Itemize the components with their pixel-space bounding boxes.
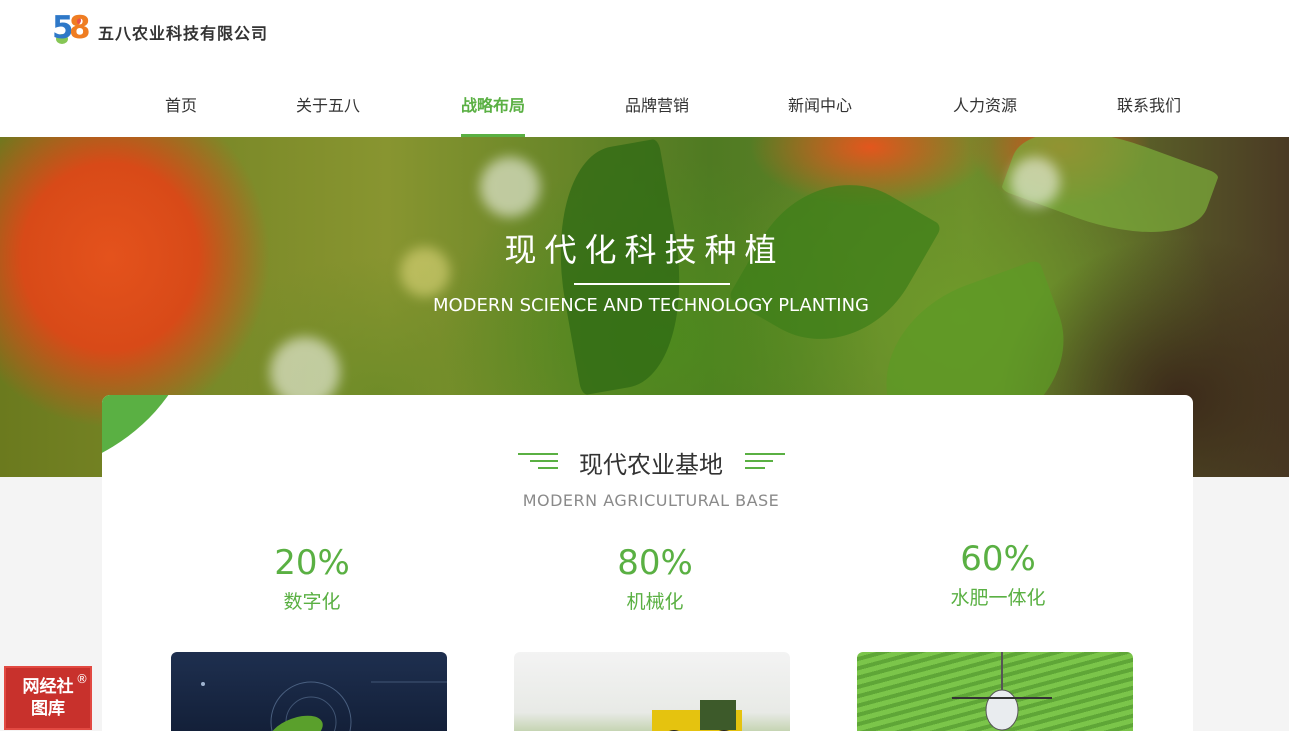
bokeh-light xyxy=(480,157,540,217)
nav-item-home[interactable]: 首页 xyxy=(165,92,197,116)
site-header: 58 五八农业科技有限公司 首页 关于五八 战略布局 品牌营销 新闻中心 人力资… xyxy=(0,0,1289,137)
watermark-stamp: ® 网经社 图库 xyxy=(4,666,92,730)
watermark-line2: 图库 xyxy=(31,699,65,719)
nav-item-brand[interactable]: 品牌营销 xyxy=(625,92,689,116)
nav-item-contact[interactable]: 联系我们 xyxy=(1117,92,1181,116)
stat-value: 20% xyxy=(274,543,350,583)
hero-subtitle: MODERN SCIENCE AND TECHNOLOGY PLANTING xyxy=(432,295,869,316)
nav-item-hr[interactable]: 人力资源 xyxy=(953,92,1017,116)
digital-farming-image[interactable] xyxy=(171,652,447,731)
stat-mechanization: 80% 机械化 xyxy=(545,543,765,614)
stat-value: 80% xyxy=(617,543,693,583)
stat-value: 60% xyxy=(960,539,1036,579)
tractor-icon xyxy=(652,700,742,731)
page-root: 58 五八农业科技有限公司 首页 关于五八 战略布局 品牌营销 新闻中心 人力资… xyxy=(0,0,1289,731)
main-nav: 首页 关于五八 战略布局 品牌营销 新闻中心 人力资源 联系我们 xyxy=(0,78,1289,137)
hero-title: 现代化科技种植 xyxy=(504,231,785,269)
tractor-image[interactable] xyxy=(514,652,790,731)
helicopter-icon xyxy=(952,652,1052,731)
hero-divider xyxy=(574,283,730,285)
logo-58-icon: 58 xyxy=(52,10,91,46)
nav-item-news[interactable]: 新闻中心 xyxy=(788,92,852,116)
nav-item-strategy[interactable]: 战略布局 xyxy=(461,92,525,116)
stat-label: 机械化 xyxy=(626,591,684,613)
registered-mark: ® xyxy=(76,672,88,686)
tech-circuit-icon xyxy=(201,681,447,731)
title-right-lines-icon xyxy=(745,453,787,473)
company-name: 五八农业科技有限公司 xyxy=(98,24,269,43)
stat-water-fertilizer: 60% 水肥一体化 xyxy=(888,539,1108,610)
crop-spraying-image[interactable] xyxy=(857,652,1133,731)
section-title: 现代农业基地 xyxy=(579,451,723,479)
nav-item-about[interactable]: 关于五八 xyxy=(296,92,360,116)
stat-label: 数字化 xyxy=(283,591,341,613)
company-logo[interactable]: 58 五八农业科技有限公司 xyxy=(52,10,269,50)
bokeh-light xyxy=(1010,157,1060,207)
section-subtitle: MODERN AGRICULTURAL BASE xyxy=(522,491,780,510)
content-card: 现代农业基地 MODERN AGRICULTURAL BASE 20% 数字化 … xyxy=(102,395,1193,731)
watermark-line1: 网经社 xyxy=(22,677,74,697)
stat-digital: 20% 数字化 xyxy=(202,543,422,614)
stat-label: 水肥一体化 xyxy=(950,587,1046,609)
